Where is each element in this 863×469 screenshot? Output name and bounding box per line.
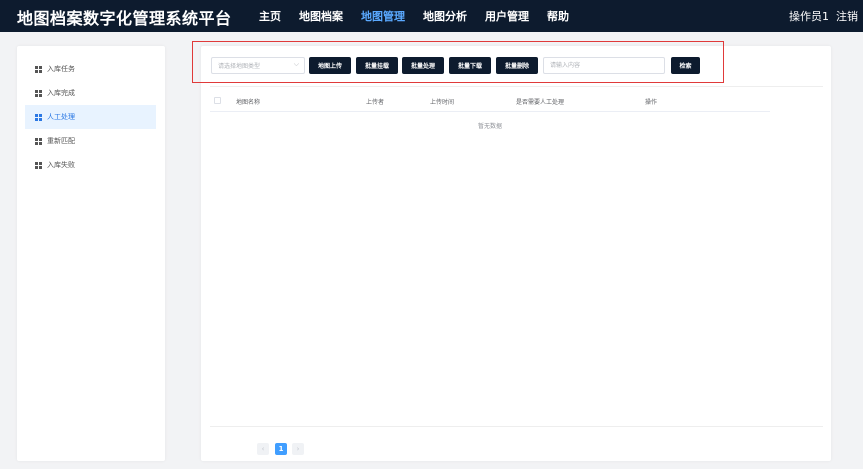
app-title: 地图档案数字化管理系统平台: [17, 9, 232, 28]
main-nav: 主页 地图档案 地图管理 地图分析 用户管理 帮助: [259, 8, 587, 24]
nav-item-map-analysis[interactable]: 地图分析: [423, 8, 467, 24]
sidebar-item-label: 入库任务: [47, 65, 75, 73]
empty-state-text: 暂无数据: [478, 123, 503, 130]
sidebar-item-label: 入库失败: [47, 161, 75, 169]
sidebar-item-storage-complete[interactable]: 入库完成: [25, 81, 156, 105]
grid-icon: [35, 113, 42, 121]
sidebar-item-label: 人工处理: [47, 113, 75, 121]
upload-map-button[interactable]: 地图上传: [309, 57, 351, 74]
select-all-checkbox[interactable]: [214, 97, 221, 104]
nav-item-map-management[interactable]: 地图管理: [361, 8, 405, 24]
chevron-down-icon: ⌵: [293, 60, 299, 68]
search-input[interactable]: [543, 57, 665, 74]
batch-mount-button[interactable]: 批量挂载: [356, 57, 398, 74]
logout-link[interactable]: 注销: [836, 8, 858, 24]
column-header-needs-manual: 是否需要人工处理: [516, 99, 565, 106]
sidebar-item-storage-tasks[interactable]: 入库任务: [25, 57, 156, 81]
batch-delete-button[interactable]: 批量删除: [496, 57, 538, 74]
pagination-page-current[interactable]: 1: [275, 443, 287, 455]
column-header-actions: 操作: [645, 99, 658, 106]
column-header-upload-time: 上传时间: [430, 99, 455, 106]
grid-icon: [35, 65, 42, 73]
batch-process-button[interactable]: 批量处理: [402, 57, 444, 74]
pagination-prev-button[interactable]: ‹: [257, 443, 269, 455]
pagination-next-button[interactable]: ›: [292, 443, 304, 455]
nav-item-home[interactable]: 主页: [259, 8, 281, 24]
nav-item-map-archive[interactable]: 地图档案: [299, 8, 343, 24]
column-header-uploader: 上传者: [366, 99, 385, 106]
table-header: 地图名称 上传者 上传时间 是否需要人工处理 操作: [210, 95, 770, 109]
grid-icon: [35, 161, 42, 169]
sidebar-item-label: 重新匹配: [47, 137, 75, 145]
column-header-map-name: 地图名称: [236, 99, 261, 106]
map-type-select[interactable]: 请选择地图类型 ⌵: [211, 57, 305, 74]
grid-icon: [35, 89, 42, 97]
toolbar-divider: [210, 86, 823, 87]
top-bar: 地图档案数字化管理系统平台 主页 地图档案 地图管理 地图分析 用户管理 帮助 …: [0, 0, 863, 32]
sidebar-item-manual-processing[interactable]: 人工处理: [25, 105, 156, 129]
table-header-divider: [210, 111, 770, 112]
nav-item-user-management[interactable]: 用户管理: [485, 8, 529, 24]
current-user: 操作员1: [789, 10, 829, 23]
sidebar-item-storage-failed[interactable]: 入库失败: [25, 153, 156, 177]
map-type-select-placeholder: 请选择地图类型: [218, 63, 261, 70]
footer-divider: [210, 426, 823, 427]
search-button[interactable]: 检索: [671, 57, 700, 74]
sidebar-item-label: 入库完成: [47, 89, 75, 97]
sidebar: 入库任务 入库完成 人工处理 重新匹配 入库失败: [17, 46, 165, 461]
batch-download-button[interactable]: 批量下载: [449, 57, 491, 74]
nav-item-help[interactable]: 帮助: [547, 8, 569, 24]
sidebar-item-rematch[interactable]: 重新匹配: [25, 129, 156, 153]
grid-icon: [35, 137, 42, 145]
